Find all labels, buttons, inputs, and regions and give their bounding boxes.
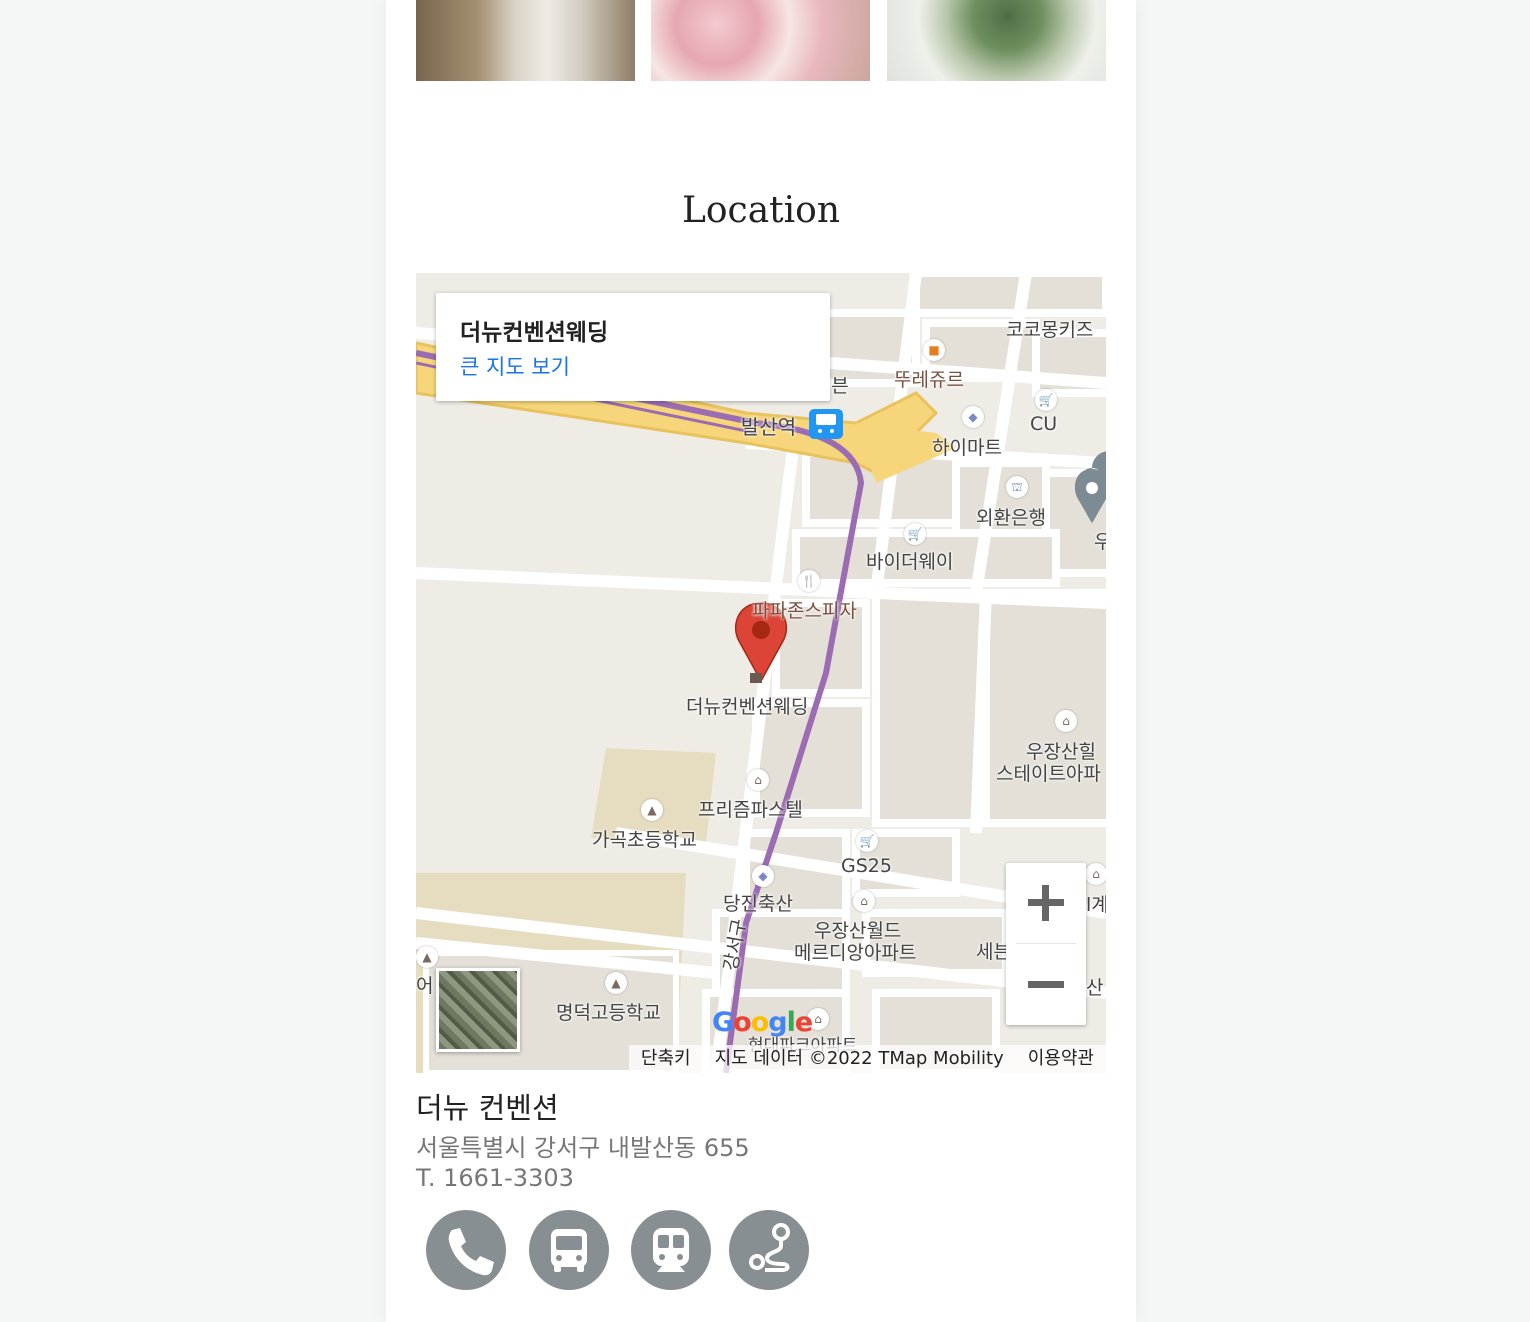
- keyboard-shortcuts-link[interactable]: 단축키: [629, 1048, 703, 1069]
- map-data-credit: 지도 데이터 ©2022 TMap Mobility: [714, 1048, 1004, 1069]
- gallery-photo-cake[interactable]: [651, 0, 870, 81]
- google-logo: Google: [712, 1007, 813, 1038]
- house-icon[interactable]: ⌂: [853, 890, 875, 912]
- house-icon[interactable]: ⌂: [1055, 710, 1077, 732]
- map-label[interactable]: l계: [1086, 890, 1106, 917]
- map-label[interactable]: CU: [1030, 413, 1057, 435]
- zoom-in-button[interactable]: [1006, 863, 1086, 943]
- subway-icon: [653, 1228, 689, 1272]
- school-icon[interactable]: ▲: [605, 972, 627, 994]
- school-icon[interactable]: ▲: [641, 799, 663, 821]
- cart-icon[interactable]: 🛒: [856, 830, 878, 852]
- map-label[interactable]: 가곡초등학교: [592, 825, 697, 852]
- zoom-out-button[interactable]: [1006, 945, 1086, 1025]
- bus-icon: [551, 1229, 587, 1272]
- invitation-page: Location ■ 🛒 ◆ ⛫ 🛒 🍴 ⌂ ⌂ ▲ 🛒 ◆ ⌂ ⌂ ▲ ▲ ⌂…: [386, 0, 1136, 1322]
- map-label[interactable]: 바이더웨이: [866, 547, 953, 574]
- map-label-venue[interactable]: 더뉴컨벤션웨딩: [686, 692, 808, 719]
- house-icon[interactable]: ⌂: [747, 769, 769, 791]
- map-label[interactable]: 뚜레쥬르: [894, 365, 964, 392]
- house-icon[interactable]: ⌂: [1085, 863, 1106, 885]
- map-label[interactable]: 명덕고등학교: [556, 998, 661, 1025]
- map-label[interactable]: 메르디앙아파트: [794, 938, 916, 965]
- map-attribution-bar: 단축키 지도 데이터 ©2022 TMap Mobility 이용약관: [628, 1045, 1106, 1073]
- terms-link[interactable]: 이용약관: [1016, 1048, 1106, 1069]
- venue-name: 더뉴 컨벤션: [416, 1091, 559, 1125]
- gallery-photo-bouquet[interactable]: [887, 0, 1106, 81]
- subway-directions-button[interactable]: [631, 1210, 711, 1290]
- bank-icon[interactable]: ⛫: [1006, 476, 1028, 498]
- map-info-card: 더뉴컨벤션웨딩 큰 지도 보기: [436, 293, 830, 401]
- map-label[interactable]: 어: [416, 971, 433, 998]
- cart-icon[interactable]: 🛒: [1035, 389, 1057, 411]
- section-title: Location: [681, 190, 841, 231]
- route-icon: [749, 1223, 790, 1272]
- zoom-divider: [1016, 943, 1076, 944]
- photo-gallery: [416, 0, 1106, 81]
- plus-icon: [1028, 885, 1064, 921]
- gallery-photo-dress[interactable]: [416, 0, 635, 81]
- minus-icon: [1028, 981, 1064, 988]
- map-label[interactable]: 파파존스피자: [752, 596, 857, 623]
- school-icon[interactable]: ▲: [416, 946, 438, 968]
- zoom-controls: [1006, 863, 1086, 1025]
- map-label[interactable]: 외환은행: [976, 503, 1046, 530]
- map-label[interactable]: GS25: [841, 855, 892, 877]
- venue-address: 서울특별시 강서구 내발산동 655: [416, 1134, 750, 1162]
- info-card-place-name: 더뉴컨벤션웨딩: [460, 320, 609, 346]
- map-label[interactable]: 코코몽키즈: [1006, 315, 1093, 342]
- venue-phone: T. 1661-3303: [416, 1164, 574, 1192]
- map-label[interactable]: 우: [1094, 527, 1106, 554]
- shopping-bag-icon[interactable]: ◆: [962, 406, 984, 428]
- map-label[interactable]: 당진축산: [723, 889, 793, 916]
- view-larger-map-link[interactable]: 큰 지도 보기: [460, 351, 570, 381]
- map-label[interactable]: 스테이트아파: [996, 759, 1101, 786]
- map-label[interactable]: 산: [1086, 973, 1103, 1000]
- route-directions-button[interactable]: [729, 1210, 809, 1290]
- satellite-toggle[interactable]: [436, 968, 520, 1052]
- phone-icon: [448, 1228, 494, 1276]
- cart-icon[interactable]: 🛒: [904, 523, 926, 545]
- google-map[interactable]: ■ 🛒 ◆ ⛫ 🛒 🍴 ⌂ ⌂ ▲ 🛒 ◆ ⌂ ⌂ ▲ ▲ ⌂ 코코몽키즈 l븐…: [416, 273, 1106, 1073]
- shop-icon[interactable]: ■: [923, 339, 945, 361]
- restaurant-icon[interactable]: 🍴: [798, 570, 820, 592]
- call-button[interactable]: [426, 1210, 506, 1290]
- map-label[interactable]: 프리즘파스텔: [698, 795, 803, 822]
- map-label[interactable]: 하이마트: [932, 433, 1002, 460]
- shopping-bag-icon[interactable]: ◆: [752, 865, 774, 887]
- map-label-station[interactable]: 발산역: [741, 411, 796, 440]
- bus-directions-button[interactable]: [529, 1210, 609, 1290]
